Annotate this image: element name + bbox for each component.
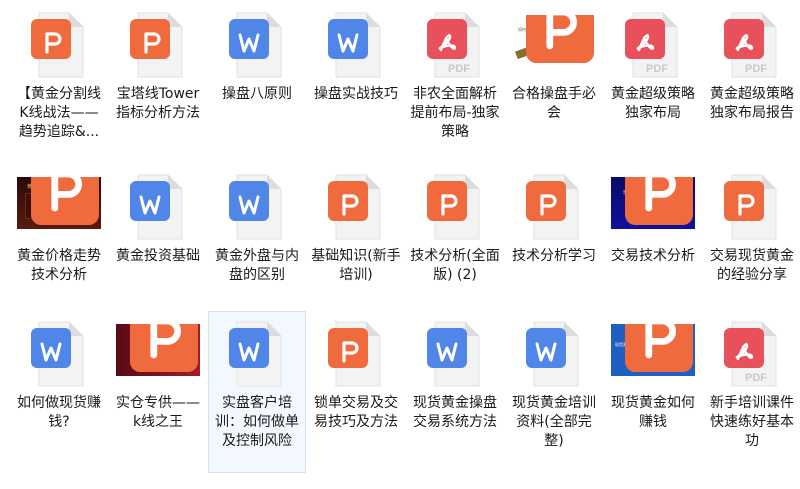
- slide-preview-icon: 如何操作投资管理心态: [512, 9, 596, 81]
- file-item[interactable]: 实盘客户培训：如何做单及控制风险: [208, 311, 306, 473]
- file-name-label: 合格操盘手必会: [512, 86, 596, 121]
- file-name-label: 如何做现货赚钱?: [17, 395, 101, 430]
- file-name-label: 宝塔线Tower指标分析方法: [116, 86, 200, 121]
- file-name-label: 黄金价格走势技术分析: [17, 248, 101, 283]
- file-item[interactable]: 操盘八原则: [208, 2, 306, 164]
- slide-preview-icon: 现货黄金——如何回赚钱: [611, 318, 695, 390]
- ppt-file-icon: [421, 171, 489, 243]
- file-item[interactable]: PDF 黄金超级策略独家布局报告: [703, 2, 800, 164]
- file-item[interactable]: PDF 非农全面解析提前布局-独家策略: [406, 2, 504, 164]
- file-item[interactable]: 如何操作投资管理心态合格操盘手必会: [505, 2, 603, 164]
- pdf-file-icon: PDF: [718, 318, 786, 390]
- file-name-label: 黄金外盘与内盘的区别: [215, 248, 299, 283]
- file-name-label: 技术分析学习: [512, 248, 596, 264]
- word-file-icon: [520, 318, 588, 390]
- file-grid: 【黄金分割线K线战法——趋势追踪&... 宝塔线Tower指标分析方法 操盘八原则 操…: [0, 0, 800, 489]
- file-name-label: 操盘实战技巧: [314, 86, 398, 102]
- pdf-caption: PDF: [448, 63, 470, 75]
- file-name-label: 现货黄金培训资料(全部完整): [512, 395, 596, 449]
- word-file-icon: [223, 9, 291, 81]
- ppt-badge-icon: [625, 324, 693, 372]
- pdf-file-icon: PDF: [718, 9, 786, 81]
- ppt-file-icon: [124, 9, 192, 81]
- file-item[interactable]: 黄金外盘与内盘的区别: [208, 164, 306, 326]
- ppt-badge-icon: [526, 15, 594, 63]
- file-item[interactable]: 现货黄金——如何回赚钱现货黄金如何赚钱: [604, 311, 702, 473]
- pdf-caption: PDF: [745, 63, 767, 75]
- slide-preview-icon: 黄金价格走势分析: [17, 171, 101, 243]
- file-item[interactable]: 锁单交易及交易技巧及方法: [307, 311, 405, 473]
- file-name-label: 黄金投资基础: [116, 248, 200, 264]
- file-name-label: 【黄金分割线K线战法——趋势追踪&...: [17, 86, 101, 140]
- slide-preview-icon: 现货交易技术分析: [611, 171, 695, 243]
- word-file-icon: [223, 318, 291, 390]
- file-item[interactable]: 黄金价格走势分析黄金价格走势技术分析: [10, 164, 108, 326]
- slide-preview-icon: K线: [116, 318, 200, 390]
- word-file-icon: [25, 318, 93, 390]
- word-file-icon: [322, 9, 390, 81]
- file-name-label: 非农全面解析提前布局-独家策略: [410, 86, 500, 140]
- pdf-file-icon: PDF: [421, 9, 489, 81]
- file-item[interactable]: 操盘实战技巧: [307, 2, 405, 164]
- file-name-label: 锁单交易及交易技巧及方法: [314, 395, 398, 430]
- pdf-caption: PDF: [745, 372, 767, 384]
- word-file-icon: [223, 171, 291, 243]
- ppt-file-icon: [322, 318, 390, 390]
- word-file-icon: [421, 318, 489, 390]
- ppt-badge-icon: [625, 177, 693, 225]
- file-item[interactable]: 交易现货黄金的经验分享: [703, 164, 800, 326]
- file-name-label: 交易技术分析: [611, 248, 695, 264]
- file-name-label: 操盘八原则: [222, 86, 292, 102]
- file-item[interactable]: PDF 新手培训课件快速练好基本功: [703, 311, 800, 473]
- file-name-label: 黄金超级策略独家布局: [611, 86, 695, 121]
- file-name-label: 交易现货黄金的经验分享: [710, 248, 794, 283]
- ppt-file-icon: [25, 9, 93, 81]
- file-item[interactable]: 技术分析学习: [505, 164, 603, 326]
- file-item[interactable]: K线实仓专供——k线之王: [109, 311, 207, 473]
- file-item[interactable]: 基础知识(新手培训): [307, 164, 405, 326]
- file-item[interactable]: 技术分析(全面版) (2): [406, 164, 504, 326]
- file-item[interactable]: 【黄金分割线K线战法——趋势追踪&...: [10, 2, 108, 164]
- pdf-caption: PDF: [646, 63, 668, 75]
- file-name-label: 新手培训课件快速练好基本功: [710, 395, 794, 449]
- file-name-label: 实盘客户培训：如何做单及控制风险: [215, 395, 299, 449]
- file-item[interactable]: 宝塔线Tower指标分析方法: [109, 2, 207, 164]
- ppt-badge-icon: [130, 324, 198, 372]
- ppt-file-icon: [322, 171, 390, 243]
- file-name-label: 现货黄金操盘交易系统方法: [413, 395, 497, 430]
- slide-thumbnail: 现货交易技术分析: [611, 177, 695, 229]
- slide-thumbnail: K线: [116, 324, 200, 376]
- file-name-label: 基础知识(新手培训): [311, 248, 401, 283]
- file-name-label: 技术分析(全面版) (2): [410, 248, 500, 283]
- pdf-file-icon: PDF: [619, 9, 687, 81]
- file-name-label: 现货黄金如何赚钱: [611, 395, 695, 430]
- ppt-file-icon: [718, 171, 786, 243]
- slide-thumbnail: 如何操作投资管理心态: [512, 15, 596, 67]
- file-item[interactable]: 如何做现货赚钱?: [10, 311, 108, 473]
- file-item[interactable]: 黄金投资基础: [109, 164, 207, 326]
- file-item[interactable]: 现货黄金培训资料(全部完整): [505, 311, 603, 473]
- word-file-icon: [124, 171, 192, 243]
- file-item[interactable]: PDF 黄金超级策略独家布局: [604, 2, 702, 164]
- slide-thumbnail: 黄金价格走势分析: [17, 177, 101, 229]
- file-item[interactable]: 现货黄金操盘交易系统方法: [406, 311, 504, 473]
- file-item[interactable]: 现货交易技术分析交易技术分析: [604, 164, 702, 326]
- file-name-label: 黄金超级策略独家布局报告: [710, 86, 794, 121]
- file-name-label: 实仓专供——k线之王: [116, 395, 200, 430]
- ppt-badge-icon: [31, 177, 99, 225]
- ppt-file-icon: [520, 171, 588, 243]
- slide-thumbnail: 现货黄金——如何回赚钱: [611, 324, 695, 376]
